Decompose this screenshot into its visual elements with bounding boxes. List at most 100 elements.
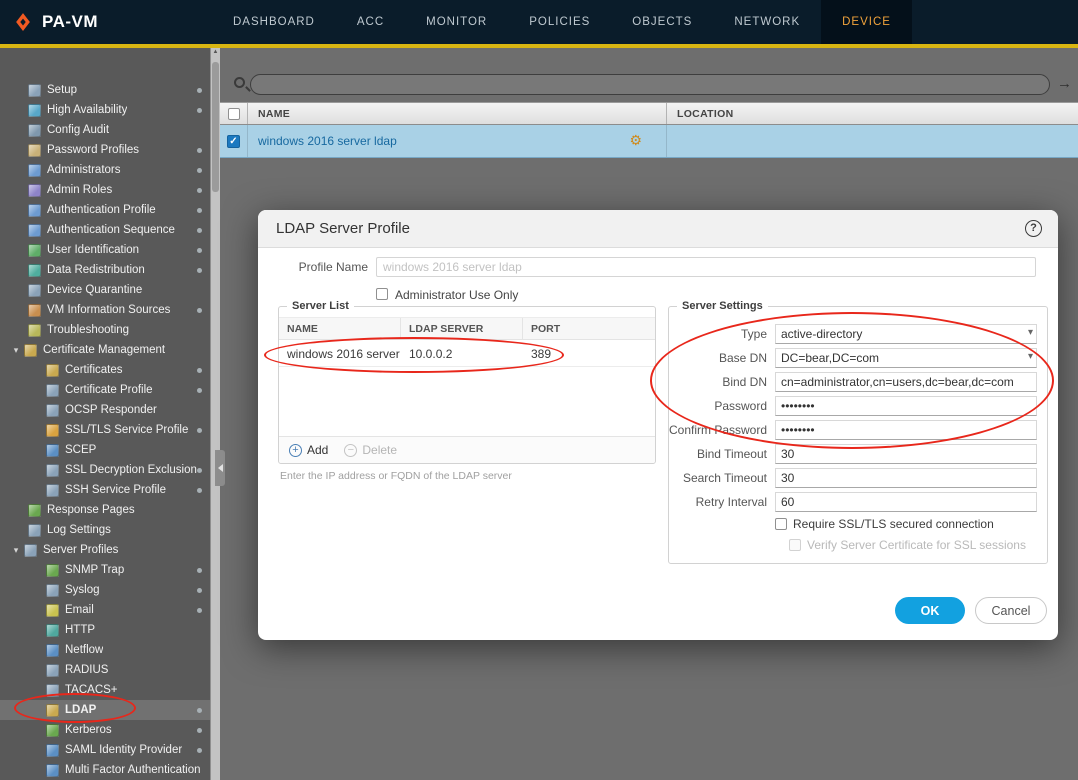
help-icon[interactable]: ? [1025,220,1042,237]
sidebar-item-icon [46,643,59,657]
field-input[interactable] [775,324,1037,344]
profile-link[interactable]: windows 2016 server ldap [258,134,397,148]
column-header-server-name: NAME [279,318,401,339]
sidebar-item[interactable]: ▾ Server Profiles [0,540,210,560]
apply-filter-arrow-icon[interactable]: → [1057,75,1072,92]
sidebar-item-icon [46,403,59,417]
sidebar-item[interactable]: ▾ Certificate Management [0,340,210,360]
sidebar-item[interactable]: ▾ SSL/TLS Service Profile [0,420,210,440]
sidebar-item[interactable]: ▾ High Availability [0,100,210,120]
sidebar-item[interactable]: ▾ SSL Decryption Exclusion [0,460,210,480]
sidebar-item[interactable]: ▾ Device Quarantine [0,280,210,300]
profile-name-input[interactable] [376,257,1036,277]
nav-tab[interactable]: POLICIES [508,0,611,44]
field-input[interactable] [775,468,1037,488]
sidebar-item[interactable]: ▾ VM Information Sources [0,300,210,320]
sidebar-item[interactable]: ▾ Kerberos [0,720,210,740]
delete-button[interactable]: − Delete [344,443,397,457]
sidebar-item[interactable]: ▾ Netflow [0,640,210,660]
sidebar-scrollbar[interactable]: ▲ [210,48,220,780]
nav-tab[interactable]: MONITOR [405,0,508,44]
sidebar-item[interactable]: ▾ Troubleshooting [0,320,210,340]
admin-only-checkbox[interactable] [376,288,388,300]
sidebar-item[interactable]: ▾ Log Settings [0,520,210,540]
sidebar-item[interactable]: ▾ Data Redistribution [0,260,210,280]
sidebar-item[interactable]: ▾ Certificates [0,360,210,380]
sidebar-item-icon [28,83,41,97]
sidebar-item[interactable]: ▾ RADIUS [0,660,210,680]
table-row[interactable]: ✓ windows 2016 server ldap ⚙ [220,125,1078,158]
sidebar-item-icon [46,443,59,457]
sidebar-item[interactable]: ▾ Authentication Sequence [0,220,210,240]
server-port-cell[interactable]: 389 [523,341,655,366]
sidebar-item-icon [28,263,41,277]
settings-checkbox[interactable] [775,517,787,530]
column-header-name[interactable]: NAME [248,103,667,124]
nav-tab[interactable]: DEVICE [821,0,912,44]
sidebar-item[interactable]: ▾ HTTP [0,620,210,640]
column-header-location[interactable]: LOCATION [667,103,1078,124]
field-input[interactable] [775,348,1037,368]
settings-checkbox[interactable] [789,538,801,551]
field-input[interactable] [775,396,1037,416]
table-header: NAME LOCATION [220,102,1078,125]
scrollbar-thumb[interactable] [212,62,219,192]
sidebar-item[interactable]: ▾ Config Audit [0,120,210,140]
pan-os-screen: PA-VM DASHBOARD ACC MONITOR POLICIES OBJ… [0,0,1078,780]
sidebar-item[interactable]: ▾ Email [0,600,210,620]
field-input[interactable] [775,492,1037,512]
sidebar-item[interactable]: ▾ Multi Factor Authentication [0,760,210,780]
sidebar-item[interactable]: ▾ SAML Identity Provider [0,740,210,760]
sidebar-item-label: High Availability [47,104,128,116]
sidebar-item[interactable]: ▾ Administrators [0,160,210,180]
server-name-cell[interactable]: windows 2016 server [279,341,401,366]
field-input[interactable] [775,372,1037,392]
add-button[interactable]: + Add [289,443,328,457]
nav-tab[interactable]: OBJECTS [611,0,713,44]
sidebar-item[interactable]: ▾ Syslog [0,580,210,600]
field-input[interactable] [775,420,1037,440]
sidebar-item[interactable]: ▾ SSH Service Profile [0,480,210,500]
sidebar-item[interactable]: ▾ SNMP Trap [0,560,210,580]
server-hint: Enter the IP address or FQDN of the LDAP… [280,470,512,482]
sidebar-item[interactable]: ▾ Authentication Profile [0,200,210,220]
sidebar-item[interactable]: ▾ User Identification [0,240,210,260]
gear-icon[interactable]: ⚙ [629,133,642,147]
server-list-legend: Server List [287,300,354,312]
sidebar-collapse-handle[interactable] [215,450,225,486]
brand[interactable]: PA-VM [12,0,98,44]
sidebar-item[interactable]: ▾ Certificate Profile [0,380,210,400]
chevron-down-icon[interactable]: ▾ [8,545,24,556]
dropdown-chevron-icon[interactable]: ▾ [1028,351,1033,362]
item-dot [197,268,202,273]
scroll-up-arrow-icon[interactable]: ▲ [211,49,220,55]
sidebar-item[interactable]: ▾ LDAP [0,700,210,720]
row-checkbox[interactable]: ✓ [227,134,240,148]
item-dot [197,748,202,753]
sidebar-item[interactable]: ▾ Setup [0,80,210,100]
sidebar-item-label: Kerberos [65,724,112,736]
sidebar-item[interactable]: ▾ OCSP Responder [0,400,210,420]
search-input[interactable] [250,74,1050,95]
server-address-cell[interactable]: 10.0.0.2 [401,341,523,366]
item-dot [197,188,202,193]
dropdown-chevron-icon[interactable]: ▾ [1028,327,1033,338]
nav-tab[interactable]: NETWORK [713,0,821,44]
chevron-down-icon[interactable]: ▾ [8,345,24,356]
ok-button[interactable]: OK [895,597,965,624]
server-settings-legend: Server Settings [677,300,768,312]
field-input[interactable] [775,444,1037,464]
sidebar-item[interactable]: ▾ TACACS+ [0,680,210,700]
server-row[interactable]: windows 2016 server 10.0.0.2 389 [279,341,655,367]
dialog-title: LDAP Server Profile [276,220,410,237]
sidebar-item[interactable]: ▾ SCEP [0,440,210,460]
select-all-checkbox[interactable] [227,107,240,120]
nav-tab[interactable]: DASHBOARD [212,0,336,44]
item-dot [197,488,202,493]
sidebar-item-icon [46,603,59,617]
sidebar-item[interactable]: ▾ Password Profiles [0,140,210,160]
sidebar-item[interactable]: ▾ Admin Roles [0,180,210,200]
cancel-button[interactable]: Cancel [975,597,1047,624]
sidebar-item[interactable]: ▾ Response Pages [0,500,210,520]
nav-tab[interactable]: ACC [336,0,405,44]
